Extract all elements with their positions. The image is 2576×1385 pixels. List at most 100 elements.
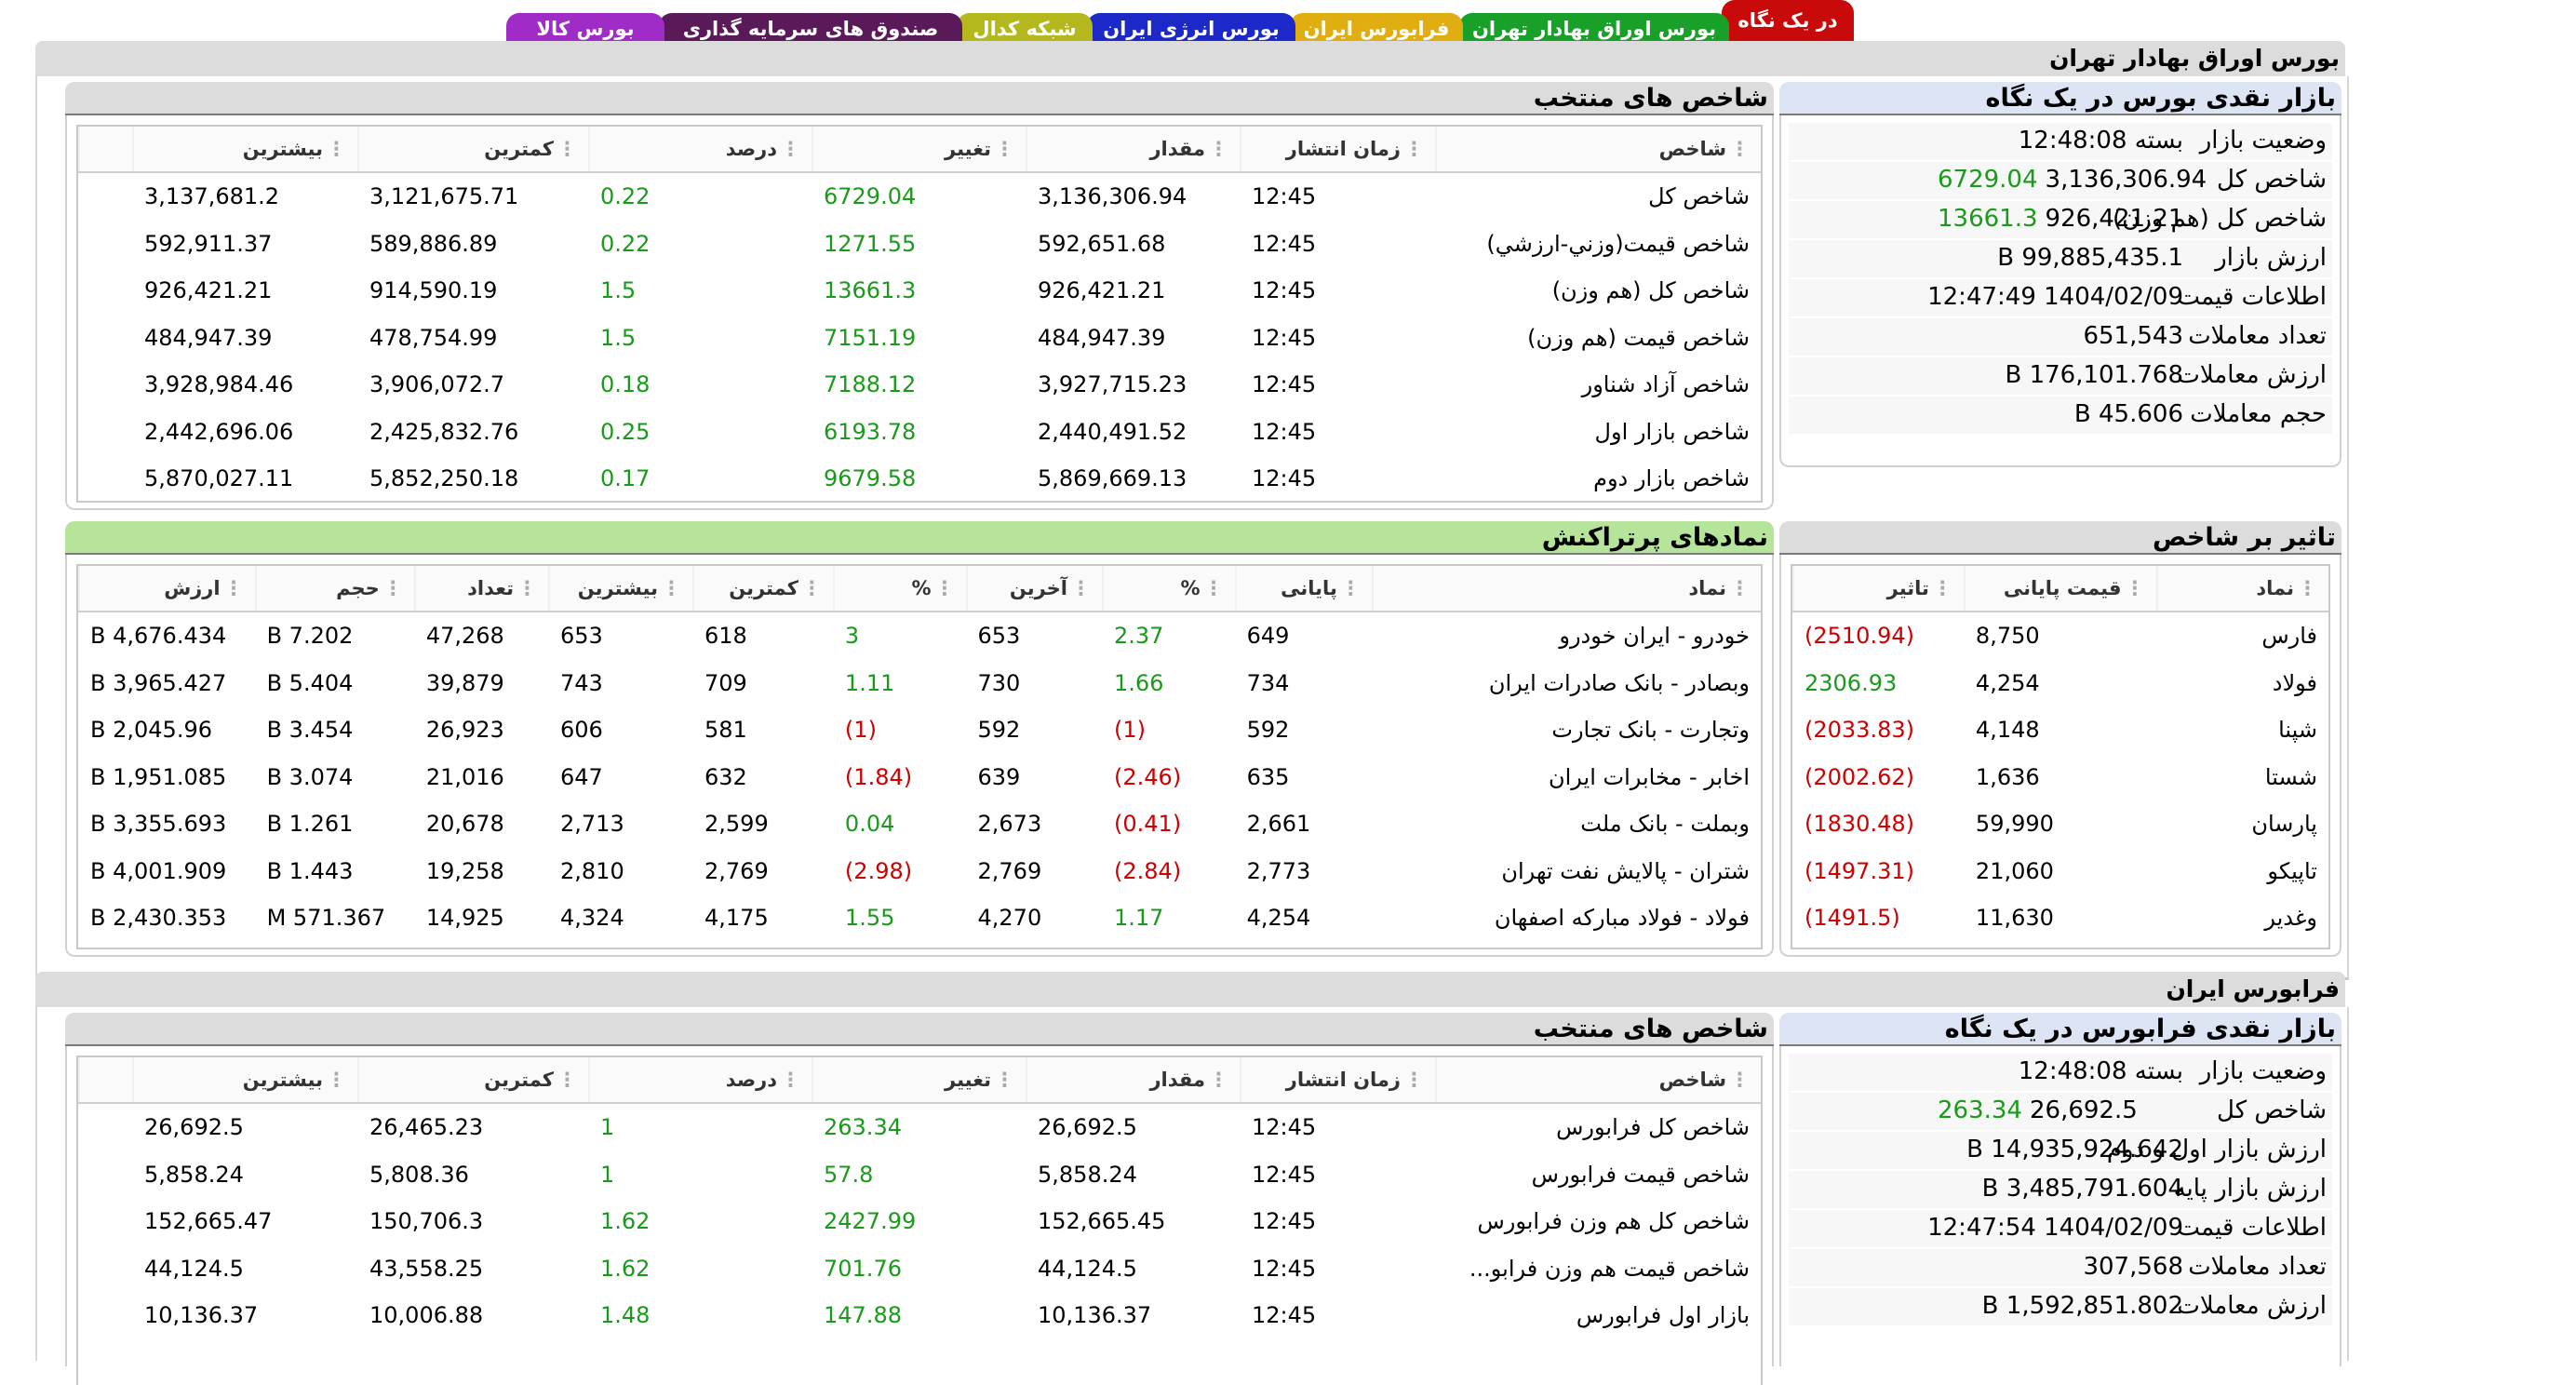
table-row[interactable]: تاپیکو 21,060 (1497.31) xyxy=(1793,848,2328,895)
most-active-header-cell[interactable]: ⋮نماد xyxy=(1371,566,1761,612)
tab-farabourse[interactable]: فرابورس ایران xyxy=(1290,13,1463,45)
tehran-section-header: بورس اوراق بهادار تهران xyxy=(35,41,2345,79)
table-row[interactable]: وبملت - بانک ملت 2,661 (0.41) 2,673 0.04 2,59… xyxy=(79,800,1761,848)
farabourse-indices-header-cell[interactable]: ⋮بیشترین xyxy=(132,1057,358,1104)
most-active-cell: 2.37 xyxy=(1114,623,1164,650)
tehran-indices-header-cell[interactable]: ⋮بیشترین xyxy=(132,127,358,173)
tehran-indices-header-cell[interactable]: ⋮درصد xyxy=(588,127,812,173)
tab-commodity-exchange[interactable]: بورس کالا xyxy=(506,13,664,45)
farabourse-summary-row: ارزش بازار اول و دوم 14,935,924.642 B xyxy=(1789,1132,2332,1169)
table-row[interactable]: شاخص قیمت (هم وزن) 12:45 484,947.39 7151.19… xyxy=(79,315,1761,362)
most-active-cell: وبملت - بانک ملت xyxy=(1580,811,1750,838)
tehran-indices-header-cell[interactable]: ⋮تغییر xyxy=(812,127,1026,173)
tehran-indices-header-cell[interactable]: ⋮مقدار xyxy=(1026,127,1241,173)
tehran-indices-header-cell[interactable]: ⋮زمان انتشار xyxy=(1240,127,1436,173)
farabourse-summary-change: 263.34 xyxy=(1938,1096,2022,1124)
table-row[interactable]: شتران - پالایش نفت تهران 2,773 (2.84) 2,769… xyxy=(79,848,1761,895)
tehran-indices-cell: شاخص کل (هم وزن) xyxy=(1551,277,1750,304)
table-row[interactable]: وتجارت - بانک تجارت 592 (1) 592 (1) 581 606 26,… xyxy=(79,706,1761,754)
column-handle-icon: ⋮ xyxy=(557,138,577,160)
most-active-header-label: نماد xyxy=(1688,577,1726,599)
most-active-header-cell[interactable]: ⋮پایانی xyxy=(1234,566,1373,612)
tehran-summary-row: حجم معاملات 45.606 B xyxy=(1789,397,2332,434)
table-row[interactable]: شاخص قیمت فرابورس 12:45 5,858.24 57.8 1 5,808… xyxy=(79,1151,1761,1199)
most-active-table: ⋮نماد ⋮پایانی ⋮% ⋮آخرین ⋮% ⋮کمترین ⋮بیشترین ⋮تع… xyxy=(78,566,1761,942)
table-row[interactable]: اخابر - مخابرات ایران 635 (2.46) 639 (1.84) 6… xyxy=(79,754,1761,801)
tehran-indices-cell: شاخص آزاد شناور xyxy=(1581,371,1750,398)
tab-energy-exchange[interactable]: بورس انرژی ایران xyxy=(1087,13,1295,45)
farabourse-indices-header-label: زمان انتشار xyxy=(1285,1069,1401,1091)
farabourse-indices-header-cell[interactable]: ⋮درصد xyxy=(588,1057,812,1104)
tehran-indices-cell: شاخص بازار اول xyxy=(1594,418,1750,445)
farabourse-indices-cell: 26,465.23 xyxy=(369,1114,484,1141)
tab-codal[interactable]: شبکه کدال xyxy=(957,13,1093,45)
table-row[interactable]: وبصادر - بانک صادرات ایران 734 1.66 730 1.11… xyxy=(79,660,1761,707)
table-row[interactable]: شاخص کل هم وزن فرابورس 12:45 152,665.45 242… xyxy=(79,1198,1761,1245)
most-active-cell: 592 xyxy=(1246,717,1290,744)
most-active-header: نمادهای پرتراکنش xyxy=(65,521,1774,555)
index-impact-cell: 1,636 xyxy=(1975,763,2040,790)
farabourse-indices-header-cell[interactable]: ⋮زمان انتشار xyxy=(1240,1057,1436,1104)
index-impact-cell: 8,750 xyxy=(1975,623,2040,650)
most-active-cell: 1.11 xyxy=(844,669,895,696)
index-impact-header-cell[interactable]: ⋮قیمت پایانی xyxy=(1963,566,2157,612)
farabourse-indices-cell: 5,808.36 xyxy=(369,1161,469,1188)
tehran-summary-number: 3,136,306.94 xyxy=(2045,166,2207,194)
tehran-indices-cell: 7151.19 xyxy=(824,324,917,351)
farabourse-indices-cell: شاخص کل هم وزن فرابورس xyxy=(1477,1208,1750,1235)
most-active-header-cell[interactable]: ⋮% xyxy=(832,566,967,612)
table-row[interactable]: وغدیر 11,630 (1491.5) xyxy=(1793,894,2328,942)
tehran-indices-cell: 3,927,715.23 xyxy=(1038,371,1187,398)
farabourse-indices-header-cell[interactable]: ⋮کمترین xyxy=(357,1057,589,1104)
most-active-cell: 4,676.434 B xyxy=(90,623,227,650)
most-active-header-cell[interactable]: ⋮تعداد xyxy=(413,566,549,612)
farabourse-indices-header-cell[interactable]: ⋮تغییر xyxy=(812,1057,1026,1104)
table-row[interactable]: شاخص قيمت(وزني-ارزشي) 12:45 592,651.68 1271… xyxy=(79,221,1761,268)
column-handle-icon: ⋮ xyxy=(382,577,403,599)
tehran-summary-row: تعداد معاملات 651,543 xyxy=(1789,318,2332,356)
table-row[interactable]: شاخص بازار اول 12:45 2,440,491.52 6193.78 0.… xyxy=(79,409,1761,456)
table-row[interactable]: بازار اول فرابورس 12:45 10,136.37 147.88 1.4… xyxy=(79,1292,1761,1339)
most-active-header-cell[interactable]: ⋮بیشترین xyxy=(548,566,693,612)
table-row[interactable]: فولاد - فولاد مبارکه اصفهان 4,254 1.17 4,27… xyxy=(79,894,1761,942)
farabourse-indices-header-cell[interactable]: ⋮مقدار xyxy=(1026,1057,1241,1104)
tehran-indices-header-cell[interactable]: ⋮کمترین xyxy=(357,127,589,173)
table-row[interactable]: شاخص کل 12:45 3,136,306.94 6729.04 0.22 3,121… xyxy=(79,172,1761,221)
column-handle-icon: ⋮ xyxy=(1932,577,1952,599)
tehran-summary-number: 926,421.21 xyxy=(2045,205,2184,233)
table-row[interactable]: شستا 1,636 (2002.62) xyxy=(1793,754,2328,801)
farabourse-indices-cell: شاخص قیمت هم وزن فرابو... xyxy=(1469,1255,1750,1282)
index-impact-header-cell[interactable]: ⋮تاثیر xyxy=(1792,566,1965,612)
table-row[interactable]: خودرو - ایران خودرو 649 2.37 653 3 618 653 47,2… xyxy=(79,612,1761,660)
table-row[interactable]: شاخص بازار دوم 12:45 5,869,669.13 9679.58 0.… xyxy=(79,455,1761,503)
index-impact-header: تاثیر بر شاخص xyxy=(1779,521,2341,555)
table-row[interactable]: شاخص آزاد شناور 12:45 3,927,715.23 7188.12 0… xyxy=(79,361,1761,409)
table-row[interactable]: پارسان 59,990 (1830.48) xyxy=(1793,800,2328,848)
farabourse-indices-header-cell[interactable]: ⋮شاخص xyxy=(1435,1057,1761,1104)
most-active-cell: 3 xyxy=(844,623,860,650)
most-active-title: نمادهای پرتراکنش xyxy=(1541,523,1768,552)
most-active-header-cell[interactable]: ⋮آخرین xyxy=(965,566,1103,612)
most-active-header-cell[interactable]: ⋮ارزش xyxy=(78,566,256,612)
tab-at-a-glance[interactable]: در یک نگاه xyxy=(1722,0,1854,45)
index-impact-cell: 4,148 xyxy=(1975,717,2040,744)
tehran-indices-header-cell[interactable]: ⋮شاخص xyxy=(1435,127,1761,173)
index-impact-header-cell[interactable]: ⋮نماد xyxy=(2155,566,2328,612)
most-active-header-cell[interactable]: ⋮% xyxy=(1102,566,1236,612)
table-row[interactable]: شاخص قیمت هم وزن فرابو... 12:45 44,124.5 70… xyxy=(79,1245,1761,1293)
tab-tehran-stock-exchange[interactable]: بورس اوراق بهادار تهران xyxy=(1459,13,1729,45)
most-active-cell: خودرو - ایران خودرو xyxy=(1559,623,1750,650)
table-row[interactable]: شاخص کل فرابورس 12:45 26,692.5 263.34 1 26,46… xyxy=(79,1103,1761,1151)
tehran-indices-cell: 1271.55 xyxy=(824,230,917,257)
index-impact-header-label: تاثیر xyxy=(1886,577,1929,599)
farabourse-indices-cell: 5,858.24 xyxy=(144,1161,244,1188)
index-impact-cell: پارسان xyxy=(2251,811,2317,838)
table-row[interactable]: شاخص کل (هم وزن) 12:45 926,421.21 13661.3 1.… xyxy=(79,267,1761,315)
table-row[interactable]: فولاد 4,254 2306.93 xyxy=(1793,660,2328,707)
table-row[interactable]: شپنا 4,148 (2033.83) xyxy=(1793,706,2328,754)
most-active-header-cell[interactable]: ⋮کمترین xyxy=(692,566,834,612)
most-active-header-cell[interactable]: ⋮حجم xyxy=(254,566,415,612)
tab-investment-funds[interactable]: صندوق های سرمایه گذاری xyxy=(659,13,962,45)
table-row[interactable]: فارس 8,750 (2510.94) xyxy=(1793,612,2328,660)
tehran-indices-cell: 478,754.99 xyxy=(369,324,498,351)
